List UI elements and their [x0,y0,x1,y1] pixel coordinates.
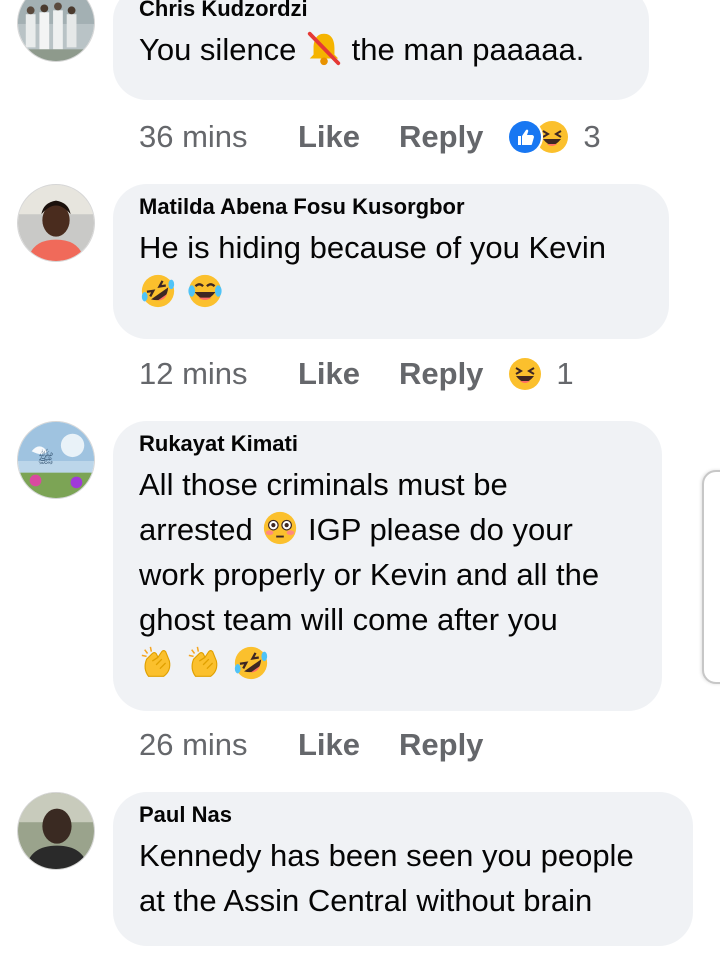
comment-meta: 36 mins Like Reply 3 [139,115,601,159]
like-button[interactable]: Like [298,727,399,763]
comment-text-line-3: work properly or Kevin and all the [139,557,600,592]
like-button[interactable]: Like [298,356,399,392]
comment-bubble[interactable]: Rukayat Kimati All those criminals must … [113,421,662,711]
laughing-reaction-icon [507,356,544,392]
comment-text-line-1: All those criminals must be [139,467,508,502]
flushed-face-emoji [261,509,299,547]
like-button[interactable]: Like [298,119,399,155]
comment-emoji-line [139,270,643,315]
comment-author[interactable]: Chris Kudzordzi [139,0,623,22]
reply-button[interactable]: Reply [399,356,483,392]
comment-author[interactable]: Matilda Abena Fosu Kusorgbor [139,194,643,220]
comment-thread: Chris Kudzordzi You silence the man paaa… [0,0,720,967]
tears-of-joy-emoji [186,272,224,310]
comment-text-line-2: at the Assin Central without brain [139,883,593,918]
reaction-summary[interactable]: 3 [507,119,601,155]
comment-text-line-2: arrested IGP please do your [139,507,636,552]
rolling-on-floor-laughing-emoji [139,272,177,310]
avatar-paul-nas[interactable] [17,792,95,870]
avatar-rukayat-kimati[interactable]: ﷺ [17,421,95,499]
comment-text-line-4: ghost team will come after you [139,602,558,637]
reply-button[interactable]: Reply [399,727,483,763]
svg-text:ﷺ: ﷺ [37,448,53,467]
comment-meta: 26 mins Like Reply [139,723,507,767]
side-drag-handle[interactable] [702,470,720,684]
like-reaction-icon [507,119,544,155]
comment-bubble[interactable]: Matilda Abena Fosu Kusorgbor He is hidin… [113,184,669,339]
comment-author[interactable]: Rukayat Kimati [139,431,636,457]
comment-meta: 12 mins Like Reply 1 [139,352,574,396]
reply-button[interactable]: Reply [399,119,483,155]
avatar-chris-kudzordzi[interactable] [17,0,95,62]
clapping-hands-emoji [139,644,177,682]
comment-timestamp[interactable]: 12 mins [139,356,298,392]
comment-text: You silence the man paaaaa. [139,27,623,72]
comment-timestamp[interactable]: 26 mins [139,727,298,763]
comment-text-line-1: Kennedy has been seen you people [139,838,634,873]
comment-text: He is hiding because of you Kevin [139,230,607,265]
reaction-count: 1 [556,356,574,391]
avatar-matilda-kusorgbor[interactable] [17,184,95,262]
muted-bell-emoji [305,29,343,67]
comment-timestamp[interactable]: 36 mins [139,119,298,155]
comment-bubble[interactable]: Chris Kudzordzi You silence the man paaa… [113,0,649,100]
reaction-count: 3 [583,119,601,154]
comment-bubble[interactable]: Paul Nas Kennedy has been seen you peopl… [113,792,693,946]
reaction-summary[interactable]: 1 [507,356,574,392]
clapping-hands-emoji [186,644,224,682]
comment-author[interactable]: Paul Nas [139,802,667,828]
comment-emoji-line [139,642,636,687]
rolling-on-floor-laughing-emoji [232,644,270,682]
